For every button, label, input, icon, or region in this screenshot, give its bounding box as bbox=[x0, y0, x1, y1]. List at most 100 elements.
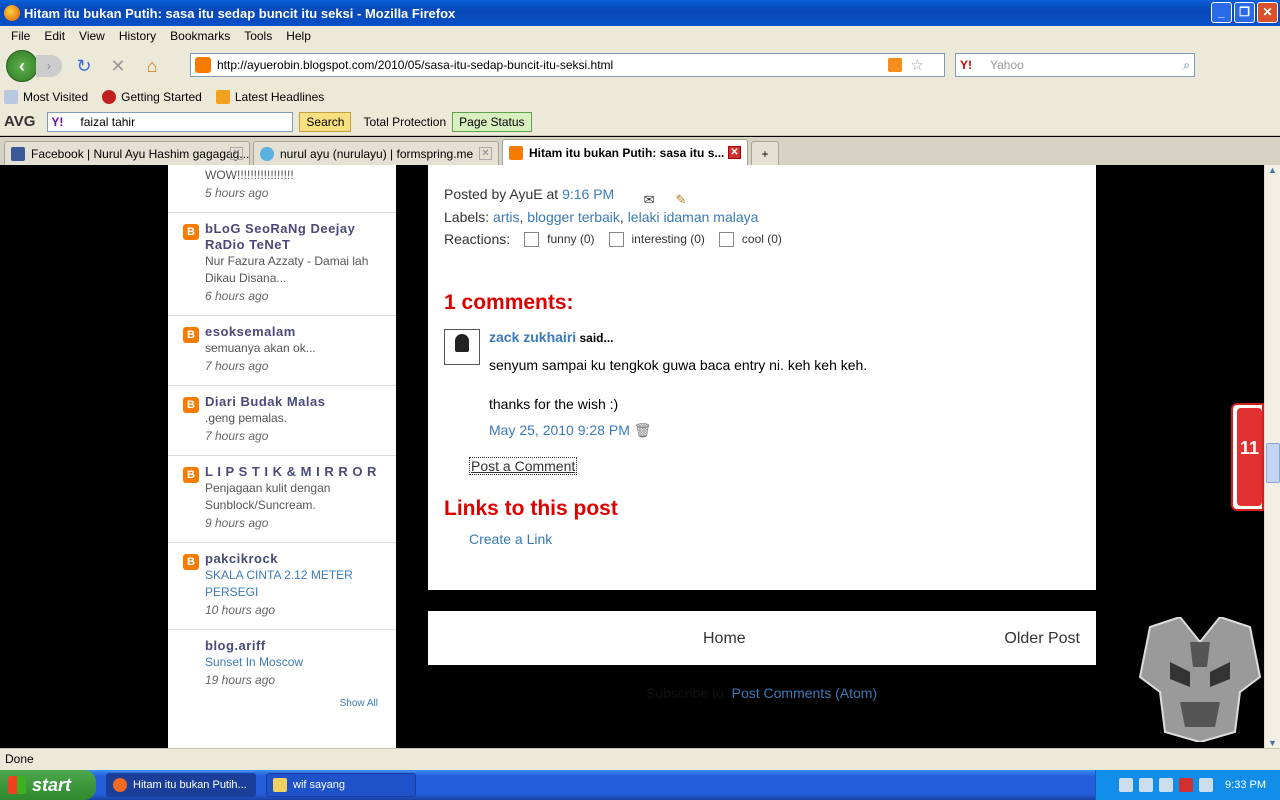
menu-tools[interactable]: Tools bbox=[237, 29, 279, 43]
start-button[interactable]: start bbox=[0, 770, 96, 800]
reaction-label: interesting (0) bbox=[631, 232, 705, 246]
blog-snippet[interactable]: Sunset In Moscow bbox=[205, 654, 382, 671]
help-icon[interactable] bbox=[1119, 778, 1134, 792]
menu-edit[interactable]: Edit bbox=[37, 29, 72, 43]
tab-blog-active[interactable]: Hitam itu bukan Putih: sasa itu s... ✕ bbox=[502, 139, 748, 165]
blog-name[interactable]: blog.ariff bbox=[205, 638, 382, 654]
back-button[interactable]: ‹ bbox=[6, 50, 38, 82]
blog-name[interactable]: L I P S T I K & M I R R O R bbox=[205, 464, 382, 480]
blog-snippet[interactable]: Penjagaan kulit dengan Sunblock/Suncream… bbox=[205, 480, 382, 514]
taskbar-firefox[interactable]: Hitam itu bukan Putih... bbox=[106, 773, 256, 797]
post-time-link[interactable]: 9:16 PM bbox=[562, 186, 614, 202]
label-link-lelaki-idaman[interactable]: lelaki idaman malaya bbox=[628, 209, 759, 225]
older-post-link[interactable]: Older Post bbox=[1004, 630, 1080, 648]
create-link[interactable]: Create a Link bbox=[469, 531, 1080, 547]
blogger-icon: B bbox=[183, 467, 199, 483]
reaction-funny[interactable]: funny (0) bbox=[524, 231, 595, 247]
network-icon[interactable] bbox=[1139, 778, 1154, 792]
search-input[interactable]: Y! Yahoo ⌕ bbox=[955, 53, 1195, 77]
label-link-blogger-terbaik[interactable]: blogger terbaik bbox=[527, 209, 620, 225]
avg-search-input[interactable]: Y! faizal tahir bbox=[47, 111, 294, 132]
forward-button[interactable]: › bbox=[36, 55, 62, 77]
avg-search-button[interactable]: Search bbox=[299, 111, 352, 132]
minimize-button[interactable]: _ bbox=[1211, 2, 1232, 23]
close-tab-icon[interactable]: ✕ bbox=[728, 146, 741, 159]
home-link[interactable]: Home bbox=[703, 630, 746, 648]
scroll-up-icon[interactable]: ▲ bbox=[1265, 165, 1280, 175]
blog-snippet[interactable]: .geng pemalas. bbox=[205, 410, 382, 427]
label-link-artis[interactable]: artis bbox=[493, 209, 519, 225]
comment-author-link[interactable]: zack zukhairi bbox=[489, 329, 576, 345]
close-tab-icon[interactable]: ✕ bbox=[479, 147, 492, 160]
menu-help[interactable]: Help bbox=[279, 29, 318, 43]
total-protection-button[interactable]: Total Protection bbox=[363, 115, 446, 129]
rss-icon[interactable] bbox=[888, 58, 902, 72]
home-icon[interactable]: ⌂ bbox=[140, 54, 164, 78]
pdf-icon[interactable] bbox=[1179, 778, 1194, 792]
trash-icon[interactable]: 🗑 bbox=[634, 422, 652, 438]
comment: zack zukhairi said... senyum sampai ku t… bbox=[444, 329, 1080, 439]
blog-name[interactable]: bLoG SeoRaNg Deejay RaDio TeNeT bbox=[205, 221, 382, 253]
reaction-label: cool (0) bbox=[741, 232, 782, 246]
status-text: Done bbox=[5, 752, 34, 766]
menu-view[interactable]: View bbox=[72, 29, 112, 43]
bookmark-latest-headlines[interactable]: Latest Headlines bbox=[215, 90, 324, 104]
menu-history[interactable]: History bbox=[112, 29, 163, 43]
reaction-cool[interactable]: cool (0) bbox=[718, 231, 782, 247]
vertical-scrollbar[interactable]: ▲ ▼ bbox=[1264, 165, 1280, 748]
close-tab-icon[interactable]: ✕ bbox=[230, 147, 243, 160]
blog-time: 19 hours ago bbox=[205, 673, 276, 687]
reload-icon[interactable]: ↻ bbox=[72, 54, 96, 78]
menu-bookmarks[interactable]: Bookmarks bbox=[163, 29, 237, 43]
blogger-icon: B bbox=[183, 554, 199, 570]
side-badge-tab[interactable]: 11 bbox=[1231, 403, 1264, 511]
blog-name[interactable]: pakcikrock bbox=[205, 551, 382, 567]
comment-date-link[interactable]: May 25, 2010 9:28 PM bbox=[489, 422, 630, 438]
bluetooth-icon[interactable] bbox=[1199, 778, 1214, 792]
bookmark-most-visited[interactable]: Most Visited bbox=[4, 90, 88, 104]
atom-feed-link[interactable]: Post Comments (Atom) bbox=[732, 685, 877, 701]
tab-strip: Facebook | Nurul Ayu Hashim gagagag... ✕… bbox=[0, 137, 1280, 165]
checkbox[interactable] bbox=[608, 231, 624, 247]
scroll-thumb[interactable] bbox=[1266, 443, 1280, 483]
bookmark-star-icon[interactable]: ☆ bbox=[911, 56, 924, 74]
volume-icon[interactable] bbox=[1159, 778, 1174, 792]
blog-snippet[interactable]: WOW!!!!!!!!!!!!!!!!! bbox=[205, 167, 382, 184]
blog-snippet[interactable]: SKALA CINTA 2.12 METER PERSEGI bbox=[205, 567, 382, 601]
yahoo-icon[interactable]: Y! bbox=[960, 58, 972, 72]
new-tab-button[interactable]: + bbox=[751, 141, 779, 165]
post-comment-link[interactable]: Post a Comment bbox=[469, 457, 578, 475]
tab-facebook[interactable]: Facebook | Nurul Ayu Hashim gagagag... ✕ bbox=[4, 141, 250, 165]
search-placeholder: Yahoo bbox=[990, 58, 1024, 72]
blog-time: 10 hours ago bbox=[205, 603, 276, 617]
reactions-label: Reactions: bbox=[444, 231, 511, 247]
menu-file[interactable]: File bbox=[4, 29, 37, 43]
blog-name[interactable]: esoksemalam bbox=[205, 324, 382, 340]
checkbox[interactable] bbox=[524, 231, 540, 247]
blog-snippet[interactable]: Nur Fazura Azzaty - Damai lah Dikau Disa… bbox=[205, 253, 382, 287]
url-bar[interactable]: http://ayuerobin.blogspot.com/2010/05/sa… bbox=[190, 53, 945, 77]
avatar[interactable] bbox=[444, 329, 480, 365]
yahoo-icon[interactable]: Y! bbox=[51, 115, 63, 129]
tab-formspring[interactable]: nurul ayu (nurulayu) | formspring.me ✕ bbox=[253, 141, 499, 165]
show-all-link[interactable]: Show All bbox=[340, 698, 378, 709]
blog-name[interactable]: Diari Budak Malas bbox=[205, 394, 382, 410]
bookmark-getting-started[interactable]: Getting Started bbox=[102, 90, 202, 104]
reaction-interesting[interactable]: interesting (0) bbox=[608, 231, 705, 247]
search-icon[interactable]: ⌕ bbox=[1183, 58, 1190, 73]
status-bar: Done bbox=[0, 748, 1280, 770]
blog-snippet[interactable]: semuanya akan ok... bbox=[205, 340, 382, 357]
post-meta: Posted by AyuE at 9:16 PM ✉ ✎ bbox=[444, 183, 1080, 207]
email-post-icon[interactable]: ✉ bbox=[640, 188, 658, 207]
maximize-button[interactable]: ❐ bbox=[1234, 2, 1255, 23]
avg-logo[interactable]: AVG bbox=[4, 113, 35, 130]
edit-pencil-icon[interactable]: ✎ bbox=[672, 188, 690, 207]
stop-icon[interactable]: ✕ bbox=[106, 54, 130, 78]
scroll-down-icon[interactable]: ▼ bbox=[1265, 738, 1280, 748]
taskbar-folder[interactable]: wif sayang bbox=[266, 773, 416, 797]
close-button[interactable]: ✕ bbox=[1257, 2, 1278, 23]
checkbox[interactable] bbox=[718, 231, 734, 247]
taskbar: start Hitam itu bukan Putih... wif sayan… bbox=[0, 770, 1280, 800]
subscribe-label: Subscribe to: bbox=[646, 685, 728, 701]
page-status-button[interactable]: Page Status bbox=[452, 111, 532, 132]
